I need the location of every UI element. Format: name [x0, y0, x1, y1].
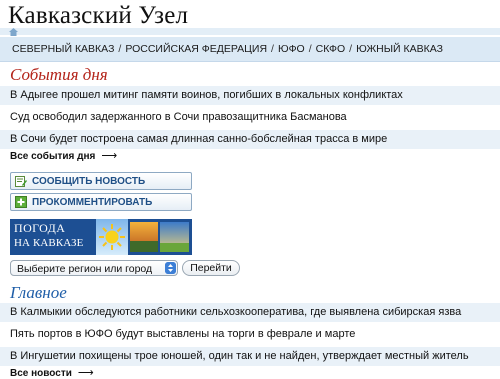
news-item[interactable]: Пять портов в ЮФО будут выставлены на то… [0, 322, 500, 344]
report-news-button[interactable]: СООБЩИТЬ НОВОСТЬ [10, 172, 192, 190]
nav-south-caucasus[interactable]: ЮЖНЫЙ КАВКАЗ [356, 43, 443, 55]
arrow-right-icon: ⟶ [101, 150, 118, 162]
all-events-link[interactable]: Все события дня ⟶ [10, 149, 117, 162]
all-news-label: Все новости [10, 368, 72, 379]
select-arrows-icon [165, 262, 176, 274]
all-events-label: Все события дня [10, 151, 96, 162]
weather-banner[interactable]: ПОГОДА НА КАВКАЗЕ [10, 219, 192, 255]
nav-skfo[interactable]: СКФО [316, 43, 346, 55]
site-title[interactable]: Кавказский Узел [8, 1, 188, 31]
nav-russian-federation[interactable]: РОССИЙСКАЯ ФЕДЕРАЦИЯ [125, 43, 267, 55]
events-section-title: События дня [10, 65, 108, 84]
news-item[interactable]: В Калмыкии обследуются работники сельхоз… [0, 300, 500, 322]
nav-separator: / [349, 43, 353, 55]
weather-line-2: НА КАВКАЗЕ [14, 237, 84, 249]
news-item[interactable]: В Ингушетии похищены трое юношей, один т… [0, 344, 500, 366]
all-news-link[interactable]: Все новости ⟶ [10, 366, 94, 379]
news-item[interactable]: В Адыгее прошел митинг памяти воинов, по… [0, 83, 500, 105]
region-select-value: Выберите регион или город [17, 263, 153, 275]
news-item[interactable]: В Сочи будет построена самая длинная сан… [0, 127, 500, 149]
add-comment-icon [15, 196, 27, 208]
nav-separator: / [271, 43, 274, 55]
events-list: В Адыгее прошел митинг памяти воинов, по… [0, 83, 500, 149]
region-select[interactable]: Выберите регион или город [10, 260, 178, 276]
region-nav: СЕВЕРНЫЙ КАВКАЗ / РОССИЙСКАЯ ФЕДЕРАЦИЯ / ЮФО… [0, 37, 500, 62]
report-news-label: СООБЩИТЬ НОВОСТЬ [32, 175, 146, 187]
home-icon[interactable] [9, 28, 18, 36]
nav-separator: / [118, 43, 122, 55]
arrow-right-icon: ⟶ [77, 367, 94, 379]
edit-note-icon [15, 176, 27, 187]
nav-ufo[interactable]: ЮФО [278, 43, 305, 55]
nav-separator: / [308, 43, 312, 55]
news-item[interactable]: Суд освободил задержанного в Сочи правоз… [0, 105, 500, 127]
weather-line-1: ПОГОДА [14, 221, 66, 235]
header-stripe [0, 28, 500, 35]
go-button[interactable]: Перейти [182, 260, 240, 276]
main-news-list: В Калмыкии обследуются работники сельхоз… [0, 300, 500, 366]
comment-label: ПРОКОММЕНТИРОВАТЬ [32, 196, 153, 208]
sun-icon [99, 224, 125, 250]
nav-north-caucasus[interactable]: СЕВЕРНЫЙ КАВКАЗ [12, 43, 114, 55]
comment-button[interactable]: ПРОКОММЕНТИРОВАТЬ [10, 193, 192, 211]
weather-title: ПОГОДА НА КАВКАЗЕ [14, 221, 94, 251]
